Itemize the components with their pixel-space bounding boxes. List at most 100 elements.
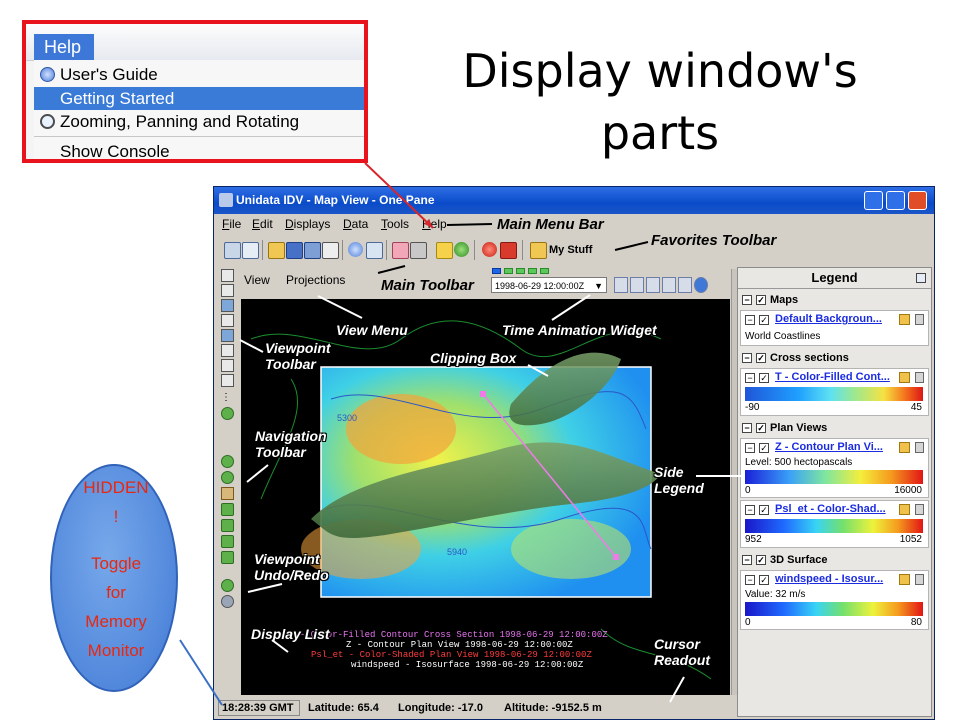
redo-icon[interactable]	[221, 595, 234, 608]
visibility-checkbox[interactable]: ✓	[759, 505, 769, 515]
visibility-checkbox[interactable]: ✓	[759, 443, 769, 453]
visibility-checkbox[interactable]: ✓	[756, 353, 766, 363]
eraser-icon[interactable]	[392, 242, 409, 259]
legend-entry-link[interactable]: Psl_et - Color-Shad...	[775, 503, 886, 515]
close-button[interactable]	[908, 191, 927, 210]
collapse-icon[interactable]: −	[745, 373, 755, 383]
legend-category-plan-views[interactable]: − ✓ Plan Views	[740, 420, 929, 436]
menu-file[interactable]: File	[222, 214, 241, 234]
animation-step-indicator[interactable]	[516, 268, 525, 274]
menu-displays[interactable]: Displays	[285, 214, 330, 234]
visibility-checkbox[interactable]: ✓	[756, 555, 766, 565]
legend-category-3d-surface[interactable]: − ✓ 3D Surface	[740, 552, 929, 568]
undo-icon[interactable]	[221, 579, 234, 592]
legend-entry-link[interactable]: Z - Contour Plan Vi...	[775, 441, 883, 453]
first-frame-button[interactable]	[614, 277, 628, 293]
collapse-icon[interactable]: −	[745, 575, 755, 585]
legend-entry-link[interactable]: windspeed - Isosur...	[775, 573, 883, 585]
pan-down-icon[interactable]	[221, 551, 234, 564]
collapse-icon[interactable]: −	[742, 555, 752, 565]
favorites-folder-icon[interactable]	[530, 242, 547, 259]
last-frame-button[interactable]	[678, 277, 692, 293]
time-select[interactable]: 1998-06-29 12:00:00Z ▼	[491, 277, 607, 293]
visibility-checkbox[interactable]: ✓	[759, 575, 769, 585]
pan-right-icon[interactable]	[221, 519, 234, 532]
scissors-icon[interactable]	[410, 242, 427, 259]
rotate-icon[interactable]	[221, 374, 234, 387]
lock-icon[interactable]	[899, 372, 910, 383]
animation-step-indicator[interactable]	[504, 268, 513, 274]
menu-item-users-guide[interactable]: User's Guide	[34, 63, 364, 86]
remove-all-icon[interactable]	[500, 242, 517, 259]
favorites-my-stuff[interactable]: My Stuff	[549, 244, 592, 256]
menu-help[interactable]: Help	[422, 214, 447, 234]
trash-icon[interactable]	[915, 504, 924, 515]
lock-icon[interactable]	[899, 314, 910, 325]
menu-item-zooming[interactable]: Zooming, Panning and Rotating	[34, 110, 364, 133]
animation-step-indicator[interactable]	[540, 268, 549, 274]
mail-icon[interactable]	[366, 242, 383, 259]
collapse-icon[interactable]: −	[745, 505, 755, 515]
maximize-button[interactable]	[886, 191, 905, 210]
legend-entry-link[interactable]: Default Backgroun...	[775, 313, 882, 325]
save-icon[interactable]	[286, 242, 303, 259]
pencil-icon[interactable]	[436, 242, 453, 259]
visibility-checkbox[interactable]: ✓	[759, 373, 769, 383]
animation-info-button[interactable]	[694, 277, 708, 293]
collapse-icon[interactable]: −	[742, 295, 752, 305]
animation-step-indicator[interactable]	[528, 268, 537, 274]
cross-section-handle[interactable]	[613, 554, 619, 560]
stop-icon[interactable]	[482, 242, 497, 257]
viewpoint-icon[interactable]	[221, 329, 234, 342]
menu-edit[interactable]: Edit	[252, 214, 273, 234]
visibility-checkbox[interactable]: ✓	[759, 315, 769, 325]
new-view-icon[interactable]	[242, 242, 259, 259]
collapse-icon[interactable]: −	[745, 443, 755, 453]
collapse-icon[interactable]: −	[742, 423, 752, 433]
step-forward-button[interactable]	[662, 277, 676, 293]
lock-icon[interactable]	[899, 574, 910, 585]
pan-up-icon[interactable]	[221, 535, 234, 548]
menu-projections[interactable]: Projections	[286, 267, 345, 293]
globe-icon[interactable]	[454, 242, 469, 257]
help-menu-title[interactable]: Help	[34, 34, 94, 60]
legend-category-maps[interactable]: − ✓ Maps	[740, 292, 929, 308]
save-as-icon[interactable]	[304, 242, 321, 259]
viewpoint-icon[interactable]	[221, 284, 234, 297]
viewpoint-icon[interactable]	[221, 344, 234, 357]
trash-icon[interactable]	[915, 372, 924, 383]
viewpoint-icon[interactable]	[221, 314, 234, 327]
legend-category-cross-sections[interactable]: − ✓ Cross sections	[740, 350, 929, 366]
step-back-button[interactable]	[630, 277, 644, 293]
menu-tools[interactable]: Tools	[381, 214, 409, 234]
visibility-checkbox[interactable]: ✓	[756, 295, 766, 305]
trash-icon[interactable]	[915, 574, 924, 585]
trash-icon[interactable]	[915, 442, 924, 453]
menu-data[interactable]: Data	[343, 214, 368, 234]
legend-float-icon[interactable]	[916, 273, 926, 283]
menu-item-getting-started[interactable]: Getting Started	[34, 87, 364, 110]
visibility-checkbox[interactable]: ✓	[756, 423, 766, 433]
dashboard-icon[interactable]	[224, 242, 241, 259]
data-source-icon[interactable]	[322, 242, 339, 259]
play-button[interactable]	[646, 277, 660, 293]
trash-icon[interactable]	[915, 314, 924, 325]
menu-view[interactable]: View	[244, 267, 270, 293]
viewpoint-icon[interactable]	[221, 359, 234, 372]
window-title-bar[interactable]: Unidata IDV - Map View - One Pane	[214, 187, 934, 214]
zoom-in-icon[interactable]	[221, 455, 234, 468]
collapse-icon[interactable]: −	[742, 353, 752, 363]
help-icon[interactable]	[348, 242, 363, 257]
pan-left-icon[interactable]	[221, 503, 234, 516]
viewpoint-icon[interactable]	[221, 299, 234, 312]
lock-icon[interactable]	[899, 442, 910, 453]
animation-step-indicator[interactable]	[492, 268, 501, 274]
reset-icon[interactable]	[221, 407, 234, 420]
collapse-icon[interactable]: −	[745, 315, 755, 325]
open-folder-icon[interactable]	[268, 242, 285, 259]
minimize-button[interactable]	[864, 191, 883, 210]
menu-item-show-console[interactable]: Show Console	[34, 140, 364, 159]
legend-entry-link[interactable]: T - Color-Filled Cont...	[775, 371, 890, 383]
home-icon[interactable]	[221, 487, 234, 500]
cross-section-handle[interactable]	[480, 391, 486, 397]
